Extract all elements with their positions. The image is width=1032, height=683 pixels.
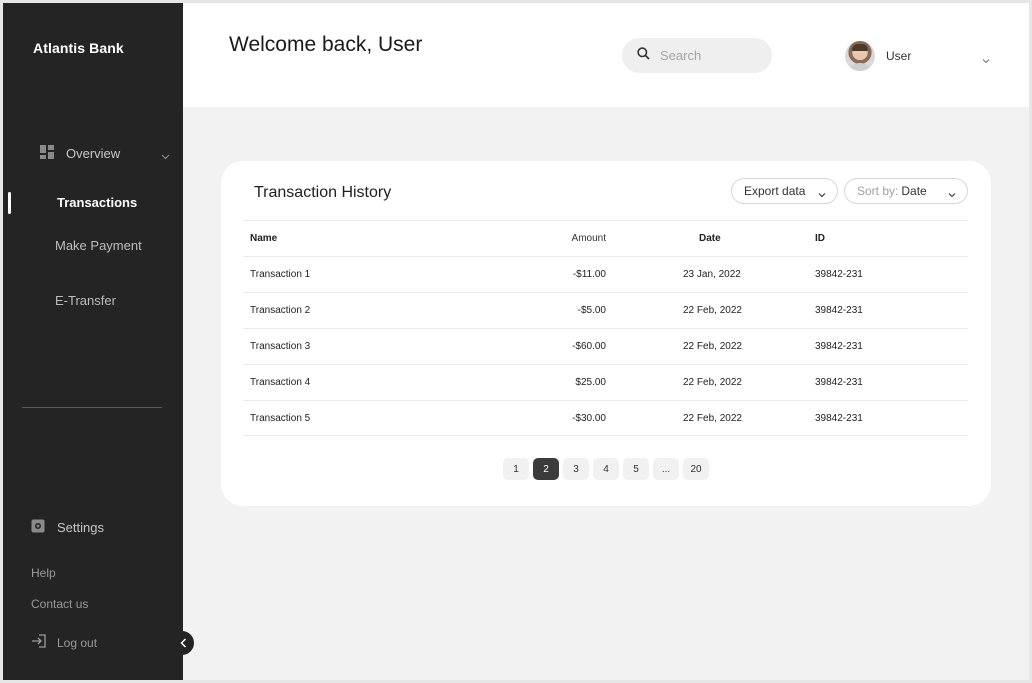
sidebar-item-overview[interactable]: Overview	[40, 145, 170, 162]
sidebar-item-make-payment[interactable]: Make Payment	[55, 238, 142, 253]
sort-by-dropdown[interactable]: Sort by: Date	[844, 178, 968, 204]
sidebar-item-label: Settings	[57, 520, 104, 535]
chevron-down-icon	[818, 187, 826, 201]
page-title: Welcome back, User	[229, 33, 423, 56]
transaction-amount: -$5.00	[577, 305, 606, 316]
table-row[interactable]: Transaction 2 -$5.00 22 Feb, 2022 39842-…	[243, 292, 968, 328]
brand-logo: Atlantis Bank	[33, 40, 124, 56]
transaction-name: Transaction 1	[250, 269, 311, 280]
sidebar-item-label: Overview	[66, 146, 121, 161]
transaction-id: 39842-231	[815, 377, 863, 388]
top-header: Welcome back, User User	[183, 3, 1029, 107]
transactions-table: Name Amount Date ID Transaction 1 -$11.0…	[243, 220, 968, 436]
transaction-amount: -$11.00	[572, 269, 606, 280]
transaction-name: Transaction 5	[250, 413, 311, 424]
transaction-date: 22 Feb, 2022	[683, 305, 742, 316]
page-ellipsis[interactable]: ...	[653, 458, 679, 480]
sidebar: Atlantis Bank Overview Transactions Make…	[3, 3, 183, 680]
sidebar-item-settings[interactable]: Settings	[31, 519, 104, 536]
transaction-date: 22 Feb, 2022	[683, 413, 742, 424]
user-menu[interactable]: User	[845, 40, 990, 72]
dashboard-icon	[40, 145, 54, 162]
app-window: Atlantis Bank Overview Transactions Make…	[0, 0, 1032, 683]
logout-button[interactable]: Log out	[31, 634, 97, 651]
active-indicator	[8, 192, 11, 214]
sidebar-item-contact[interactable]: Contact us	[31, 597, 88, 611]
page-button-20[interactable]: 20	[683, 458, 709, 480]
sidebar-divider	[22, 407, 162, 408]
pagination: 1 2 3 4 5 ... 20	[503, 458, 709, 480]
logout-icon	[31, 634, 47, 651]
page-button-5[interactable]: 5	[623, 458, 649, 480]
chevron-left-icon	[180, 638, 187, 648]
sidebar-item-etransfer[interactable]: E-Transfer	[55, 293, 116, 308]
transaction-id: 39842-231	[815, 341, 863, 352]
sidebar-item-label: Log out	[57, 635, 98, 650]
transaction-date: 22 Feb, 2022	[683, 341, 742, 352]
table-row[interactable]: Transaction 3 -$60.00 22 Feb, 2022 39842…	[243, 328, 968, 364]
transaction-name: Transaction 3	[250, 341, 311, 352]
sidebar-item-help[interactable]: Help	[31, 566, 56, 580]
page-button-4[interactable]: 4	[593, 458, 619, 480]
transaction-amount: $25.00	[575, 377, 606, 388]
search-icon	[637, 46, 650, 65]
table-row[interactable]: Transaction 1 -$11.00 23 Jan, 2022 39842…	[243, 256, 968, 292]
transaction-history-card: Transaction History Export data Sort by:…	[221, 161, 991, 506]
table-header-row: Name Amount Date ID	[243, 220, 968, 256]
chevron-down-icon	[948, 187, 956, 201]
transaction-name: Transaction 4	[250, 377, 311, 388]
transaction-amount: -$30.00	[572, 413, 606, 424]
sort-value: Date	[901, 184, 927, 198]
main-content: Transaction History Export data Sort by:…	[183, 107, 1029, 680]
gear-icon	[31, 519, 45, 536]
transaction-id: 39842-231	[815, 305, 863, 316]
column-header-name[interactable]: Name	[250, 233, 277, 244]
table-row[interactable]: Transaction 5 -$30.00 22 Feb, 2022 39842…	[243, 400, 968, 436]
export-data-button[interactable]: Export data	[731, 178, 838, 204]
search-input[interactable]	[660, 48, 760, 63]
chevron-down-icon	[982, 51, 990, 69]
transaction-date: 23 Jan, 2022	[683, 269, 741, 280]
card-title: Transaction History	[254, 184, 392, 201]
column-header-date[interactable]: Date	[699, 233, 721, 244]
sort-prefix: Sort by:	[857, 184, 899, 198]
chevron-down-icon	[161, 148, 170, 163]
column-header-amount[interactable]: Amount	[572, 233, 606, 244]
avatar	[845, 41, 875, 71]
transaction-date: 22 Feb, 2022	[683, 377, 742, 388]
page-button-2-active[interactable]: 2	[533, 458, 559, 480]
user-name: User	[886, 49, 912, 63]
column-header-id[interactable]: ID	[815, 233, 825, 244]
page-button-1[interactable]: 1	[503, 458, 529, 480]
page-button-3[interactable]: 3	[563, 458, 589, 480]
transaction-id: 39842-231	[815, 413, 863, 424]
sidebar-item-transactions[interactable]: Transactions	[57, 195, 137, 210]
table-row[interactable]: Transaction 4 $25.00 22 Feb, 2022 39842-…	[243, 364, 968, 400]
transaction-name: Transaction 2	[250, 305, 311, 316]
transaction-id: 39842-231	[815, 269, 863, 280]
export-label: Export data	[744, 184, 806, 198]
transaction-amount: -$60.00	[572, 341, 606, 352]
search-box[interactable]	[622, 38, 772, 73]
